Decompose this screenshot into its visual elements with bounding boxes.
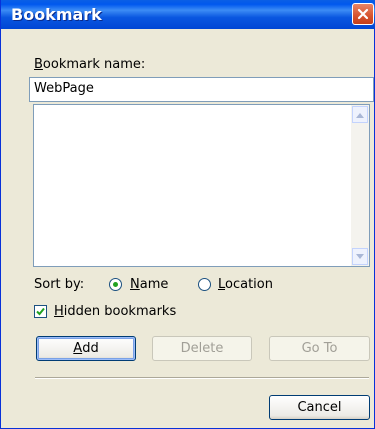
hidden-bookmarks-checkbox[interactable] xyxy=(34,305,47,318)
hidden-bookmarks-accel: H xyxy=(54,304,64,319)
check-icon xyxy=(36,307,45,316)
separator xyxy=(35,377,369,379)
scroll-down-icon xyxy=(356,253,364,259)
title-bar[interactable]: Bookmark xyxy=(1,0,375,29)
add-button-label-text: dd xyxy=(82,341,99,356)
scroll-down-button[interactable] xyxy=(352,248,368,265)
sort-name-label-text: ame xyxy=(139,277,169,292)
sort-location-radio[interactable] xyxy=(198,278,211,291)
sort-name-accel: N xyxy=(130,277,140,292)
bookmark-name-label-accel: B xyxy=(34,57,43,72)
sort-location-label[interactable]: Location xyxy=(218,277,273,292)
go-to-button[interactable]: Go To xyxy=(269,336,370,361)
list-scrollbar[interactable] xyxy=(351,105,369,266)
radio-selected-dot xyxy=(113,282,118,287)
sort-name-label[interactable]: Name xyxy=(130,277,168,292)
hidden-bookmarks-label-text: idden bookmarks xyxy=(63,304,177,319)
bookmark-dialog: Bookmark Bookmark name: WebPage Sort by:… xyxy=(0,0,375,429)
close-button[interactable] xyxy=(352,3,374,25)
close-icon xyxy=(357,8,369,20)
add-button[interactable]: Add xyxy=(36,336,136,361)
sort-name-radio[interactable] xyxy=(109,278,122,291)
sort-location-accel: L xyxy=(218,277,226,292)
bookmark-name-input[interactable]: WebPage xyxy=(29,77,374,102)
cancel-button[interactable]: Cancel xyxy=(269,395,370,420)
sort-location-label-text: ocation xyxy=(225,277,273,292)
delete-button[interactable]: Delete xyxy=(152,336,252,361)
sort-by-label: Sort by: xyxy=(34,277,85,292)
hidden-bookmarks-label[interactable]: Hidden bookmarks xyxy=(54,304,176,319)
bookmark-list[interactable] xyxy=(33,104,370,267)
add-button-accel: A xyxy=(73,341,83,356)
bookmark-name-label-text: ookmark name: xyxy=(42,57,146,72)
scroll-up-button[interactable] xyxy=(352,106,368,123)
scroll-up-icon xyxy=(356,112,364,118)
bookmark-name-label: Bookmark name: xyxy=(34,57,145,72)
window-title: Bookmark xyxy=(11,5,102,24)
